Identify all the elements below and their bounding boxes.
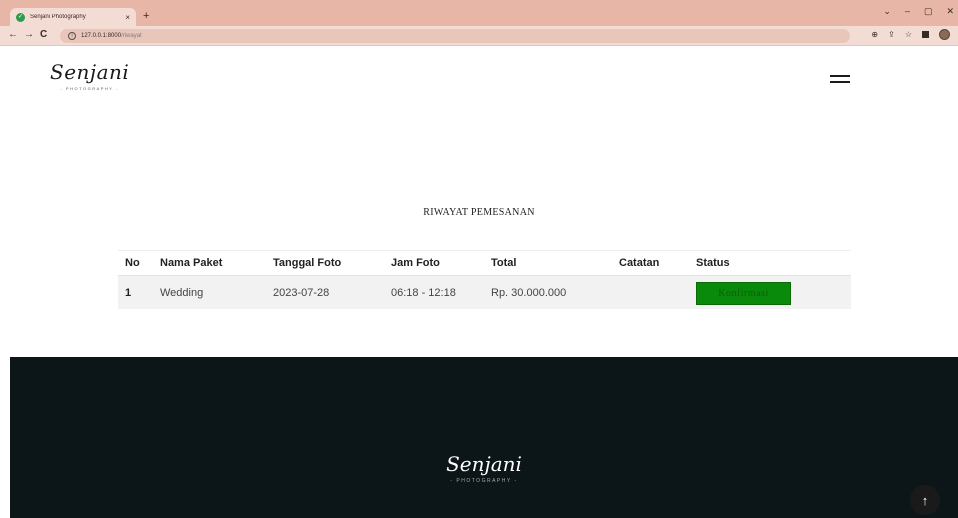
order-history-table: No Nama Paket Tanggal Foto Jam Foto Tota… bbox=[118, 250, 851, 309]
window-controls: ⌄ – ▢ ✕ bbox=[883, 6, 954, 17]
site-footer: Senjani - PHOTOGRAPHY - ↑ bbox=[10, 357, 958, 518]
header-nama-paket: Nama Paket bbox=[160, 257, 223, 269]
site-logo[interactable]: Senjani - PHOTOGRAPHY - bbox=[50, 60, 129, 91]
side-panel-icon[interactable] bbox=[922, 31, 929, 38]
page-title: RIWAYAT PEMESANAN bbox=[423, 207, 535, 218]
bookmark-star-icon[interactable]: ☆ bbox=[905, 30, 912, 39]
cell-total: Rp. 30.000.000 bbox=[491, 286, 567, 299]
cell-no: 1 bbox=[125, 286, 132, 299]
logo-text: Senjani bbox=[50, 60, 130, 84]
hamburger-menu-icon[interactable] bbox=[830, 75, 850, 87]
address-bar[interactable]: i 127.0.0.1:8000/riwayat bbox=[60, 29, 850, 43]
site-info-icon[interactable]: i bbox=[68, 32, 76, 40]
logo-subtitle: - PHOTOGRAPHY - bbox=[60, 86, 119, 91]
forward-icon[interactable]: → bbox=[24, 29, 34, 40]
header-no: No bbox=[125, 257, 140, 269]
reload-icon[interactable]: C bbox=[40, 29, 47, 40]
zoom-icon[interactable]: ⊕ bbox=[871, 30, 878, 39]
table-header-row: No Nama Paket Tanggal Foto Jam Foto Tota… bbox=[118, 250, 851, 276]
header-total: Total bbox=[491, 257, 517, 269]
back-icon[interactable]: ← bbox=[8, 29, 18, 40]
table-row: 1 Wedding 2023-07-28 06:18 - 12:18 Rp. 3… bbox=[118, 276, 851, 309]
profile-avatar[interactable] bbox=[939, 29, 950, 40]
back-to-top-button[interactable]: ↑ bbox=[910, 485, 940, 515]
tab-title: Senjani Photography bbox=[30, 14, 86, 20]
close-window-icon[interactable]: ✕ bbox=[946, 6, 954, 17]
browser-tab-bar: ✓ Senjani Photography × + ⌄ – ▢ ✕ bbox=[0, 0, 958, 26]
header-catatan: Catatan bbox=[619, 257, 660, 269]
footer-logo-text: Senjani bbox=[446, 452, 522, 476]
share-icon[interactable]: ⇪ bbox=[888, 30, 895, 39]
header-status: Status bbox=[696, 257, 730, 269]
toolbar-right-tools: ⊕ ⇪ ☆ bbox=[871, 29, 950, 40]
footer-logo: Senjani - PHOTOGRAPHY - bbox=[10, 452, 958, 484]
cell-nama-paket: Wedding bbox=[160, 286, 204, 299]
footer-logo-subtitle: - PHOTOGRAPHY - bbox=[450, 478, 518, 484]
tab-close-icon[interactable]: × bbox=[125, 13, 130, 22]
tab-search-icon[interactable]: ⌄ bbox=[883, 6, 891, 17]
browser-tab[interactable]: ✓ Senjani Photography × bbox=[10, 8, 136, 26]
restore-icon[interactable]: ▢ bbox=[924, 6, 933, 17]
new-tab-button[interactable]: + bbox=[143, 8, 149, 24]
favicon-check-icon: ✓ bbox=[16, 12, 25, 22]
header-tanggal-foto: Tanggal Foto bbox=[273, 257, 342, 269]
minimize-icon[interactable]: – bbox=[905, 6, 910, 17]
cell-tanggal-foto: 2023-07-28 bbox=[273, 286, 330, 299]
status-konfirmasi-button[interactable]: Konfirmasi bbox=[696, 282, 791, 305]
url-text: 127.0.0.1:8000/riwayat bbox=[81, 33, 142, 39]
browser-toolbar: ← → C i 127.0.0.1:8000/riwayat ⊕ ⇪ ☆ bbox=[0, 26, 958, 46]
cell-jam-foto: 06:18 - 12:18 bbox=[391, 286, 456, 299]
arrow-up-icon: ↑ bbox=[921, 492, 929, 508]
header-jam-foto: Jam Foto bbox=[391, 257, 440, 269]
